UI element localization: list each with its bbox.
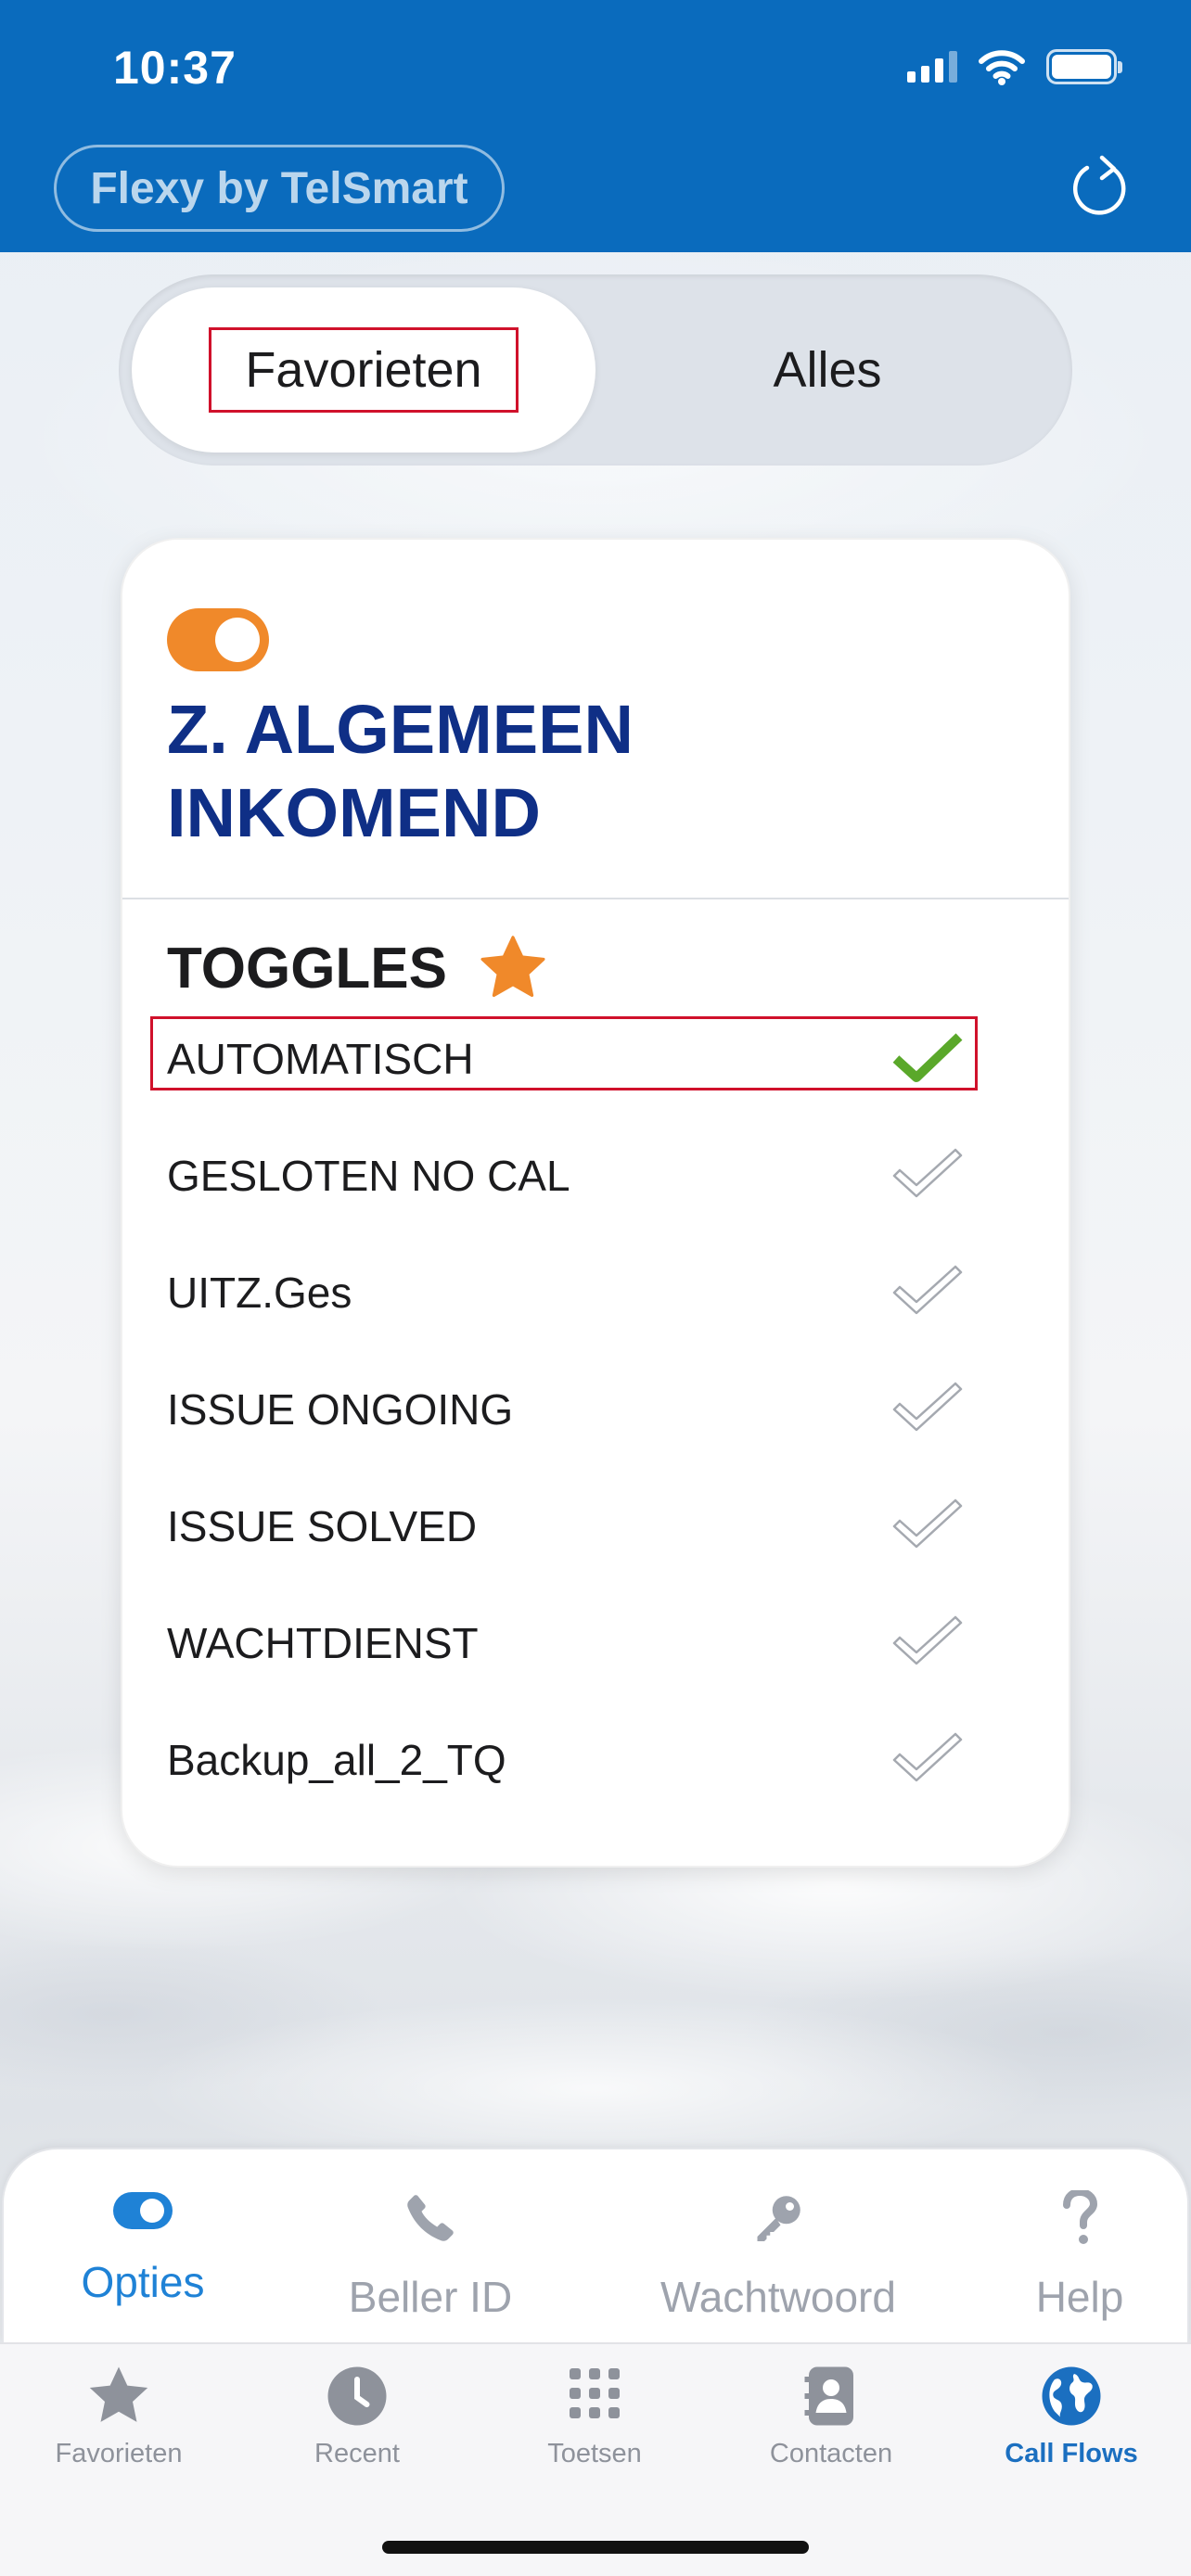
checkmark-outline-icon [892,1265,963,1315]
status-time: 10:37 [113,42,237,94]
checkmark-outline-icon [892,1382,963,1432]
star-icon [480,936,545,998]
call-flow-enable-toggle[interactable] [167,608,269,671]
toggle-label: UITZ.Ges [167,1269,352,1317]
contacts-icon [804,2366,853,2426]
home-indicator [382,2541,809,2554]
tab-toetsen[interactable]: Toetsen [525,2363,664,2469]
segmented-control: Favorieten Alles [119,274,1072,465]
toggle-label: GESLOTEN NO CAL [167,1152,570,1200]
toggle-label: ISSUE SOLVED [167,1502,478,1550]
tab-favorieten[interactable]: Favorieten [35,2363,202,2469]
call-flow-card: Z. ALGEMEEN INKOMEND TOGGLES AUTOMATISCH… [121,538,1070,1868]
option-label: Help [1035,2273,1124,2321]
checkmark-outline-icon [892,1615,963,1665]
globe-icon [1042,2366,1101,2426]
checkmark-outline-icon [892,1732,963,1782]
question-icon [1063,2190,1098,2244]
key-icon [757,2196,800,2241]
option-opties[interactable]: Opties [69,2190,217,2307]
toggle-row-issue-solved[interactable]: ISSUE SOLVED [167,1489,965,1563]
toggle-row-uitz-ges[interactable]: UITZ.Ges [167,1256,965,1330]
app-header: 10:37 Flexy by TelSmart [0,0,1191,252]
toggle-label: Backup_all_2_TQ [167,1736,506,1784]
battery-icon [1046,49,1122,84]
star-icon [89,2366,148,2422]
refresh-icon[interactable] [1065,152,1135,223]
tab-label: Recent [314,2439,400,2468]
toggle-row-issue-ongoing[interactable]: ISSUE ONGOING [167,1372,965,1447]
clock-icon [327,2366,387,2426]
tab-label: Toetsen [547,2439,642,2468]
card-divider [122,898,1069,899]
tab-call-flows[interactable]: Call Flows [991,2363,1152,2469]
phone-icon [407,2195,454,2241]
options-bar: Opties Beller ID Wachtwoord Help [2,2148,1189,2342]
tab-recent[interactable]: Recent [288,2363,427,2469]
wifi-icon [979,50,1025,85]
tab-label: Favorieten [55,2439,183,2468]
option-label: Wachtwoord [660,2273,896,2321]
option-wachtwoord[interactable]: Wachtwoord [644,2190,913,2322]
selection-highlight [150,1016,978,1090]
segment-alles-label: Alles [773,342,882,398]
toggle-row-gesloten-no-cal[interactable]: GESLOTEN NO CAL [167,1139,965,1213]
segment-favorieten[interactable]: Favorieten [132,287,596,453]
option-label: Opties [81,2258,205,2306]
toggles-section-label: TOGGLES [167,936,448,1001]
toggles-section-title: TOGGLES [167,933,549,1003]
toggle-row-wachtdienst[interactable]: WACHTDIENST [167,1606,965,1680]
checkmark-outline-icon [892,1498,963,1549]
toggle-row-backup-all-2-tq[interactable]: Backup_all_2_TQ [167,1723,965,1797]
call-flow-title-line1: Z. ALGEMEEN [167,691,634,768]
checkmark-outline-icon [892,1148,963,1198]
tab-label: Call Flows [1005,2439,1138,2468]
tab-contacten[interactable]: Contacten [748,2363,915,2469]
tab-label: Contacten [769,2439,893,2468]
option-beller-id[interactable]: Beller ID [338,2190,523,2322]
call-flow-title-line2: INKOMEND [167,774,541,851]
option-help[interactable]: Help [1015,2190,1145,2322]
brand-pill: Flexy by TelSmart [54,145,505,232]
toggle-label: ISSUE ONGOING [167,1385,514,1434]
segment-alles[interactable]: Alles [596,287,1059,453]
segment-favorieten-label: Favorieten [209,327,519,413]
keypad-icon [570,2368,620,2418]
cellular-signal-icon [907,51,957,83]
toggle-icon [113,2192,173,2229]
status-icons [907,48,1122,85]
option-label: Beller ID [348,2273,513,2321]
call-flow-title: Z. ALGEMEEN INKOMEND [167,688,1002,855]
toggle-label: WACHTDIENST [167,1619,479,1667]
